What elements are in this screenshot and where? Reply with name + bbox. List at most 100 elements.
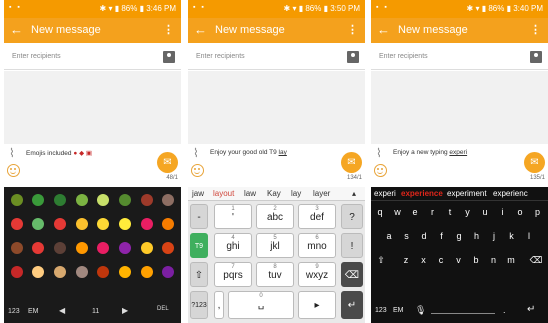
emoji-key[interactable] [49,213,71,234]
key-m[interactable]: m [503,255,519,265]
contact-picker-icon[interactable] [347,51,359,63]
key-s[interactable]: s [399,231,415,241]
backspace-key[interactable]: ⌫ [528,255,544,266]
key-question[interactable]: ? [341,204,363,229]
attach-icon[interactable]: ⌇ [193,146,199,160]
key-dash[interactable]: - [190,204,208,229]
emoji-key[interactable] [71,261,93,282]
emoji-key[interactable] [136,237,158,258]
key-n[interactable]: n [486,255,502,265]
emoji-key[interactable] [157,213,179,234]
emoji-toggle-icon[interactable] [191,164,204,177]
period-key[interactable]: . [503,305,506,315]
key-p[interactable]: p [530,207,546,217]
key-k[interactable]: k [504,231,520,241]
emoji-toggle-icon[interactable] [374,164,387,177]
key-q[interactable]: q [372,207,388,217]
emoji-key[interactable] [157,237,179,258]
suggestion-highlighted[interactable]: experience [401,189,443,198]
message-input[interactable]: Enjoy your good old T9 lay [210,149,287,156]
key-c[interactable]: c [433,255,449,265]
suggestion[interactable]: experienc [493,189,528,198]
enter-key[interactable]: ↵ [527,304,535,315]
enter-key[interactable]: ↵ [341,291,363,319]
mode-123-key[interactable]: 123 [375,307,387,314]
emoji-key[interactable] [28,237,50,258]
emoji-key[interactable] [136,213,158,234]
key-a[interactable]: a [381,231,397,241]
emoji-key[interactable] [6,237,28,258]
emoji-key[interactable] [157,189,179,210]
attach-icon[interactable]: ⌇ [9,146,15,160]
emoji-key[interactable] [93,261,115,282]
key-wxyz[interactable]: 9 wxyz [298,262,336,287]
message-input[interactable]: Emojis included ● ◆ ▣ [26,149,92,157]
microphone-icon[interactable]: 🎙 [415,305,426,316]
emoji-mode-key[interactable]: EM [393,307,404,314]
shift-key[interactable]: ⇧ [190,262,208,287]
suggestion[interactable]: experi [374,189,396,198]
suggestion-highlighted[interactable]: layout [213,189,234,198]
suggestion[interactable]: lay [291,189,301,198]
key-h[interactable]: h [469,231,485,241]
send-icon[interactable]: ✉ [157,152,178,173]
recipients-field[interactable]: Enter recipients [371,45,548,70]
emoji-key[interactable] [6,261,28,282]
recipients-field[interactable]: Enter recipients [4,45,181,70]
page-left-icon[interactable]: ◀ [59,306,65,315]
key-y[interactable]: y [460,207,476,217]
symbols-key[interactable]: ?123 [190,291,208,319]
emoji-toggle-icon[interactable] [7,164,20,177]
shift-key[interactable]: ⇧ [373,255,389,266]
key-u[interactable]: u [477,207,493,217]
attach-icon[interactable]: ⌇ [376,146,382,160]
key-b[interactable]: b [468,255,484,265]
emoji-key[interactable] [49,189,71,210]
key-ghi[interactable]: 4 ghi [214,233,252,258]
suggestion[interactable]: law [244,189,256,198]
more-options-icon[interactable]: ⋮ [347,23,358,36]
emoji-key[interactable] [6,213,28,234]
key-r[interactable]: r [425,207,441,217]
message-input[interactable]: Enjoy a new typing experi [393,149,467,156]
key-z[interactable]: z [398,255,414,265]
emoji-key[interactable] [114,237,136,258]
emoji-key[interactable] [93,213,115,234]
key-f[interactable]: f [434,231,450,241]
emoji-key[interactable] [157,261,179,282]
send-icon[interactable]: ✉ [341,152,362,173]
key-e[interactable]: e [407,207,423,217]
emoji-key[interactable] [28,213,50,234]
key-i[interactable]: i [495,207,511,217]
suggestion[interactable]: experiment [447,189,487,198]
emoji-key[interactable] [28,189,50,210]
suggestion[interactable]: Kay [267,189,281,198]
space-key[interactable] [431,313,495,314]
expand-suggestions-icon[interactable]: ▴ [352,189,356,198]
emoji-key[interactable] [114,189,136,210]
key-jkl[interactable]: 5 jkl [256,233,294,258]
back-arrow-icon[interactable]: ← [10,22,23,37]
space-key[interactable]: 0 ␣ [228,291,294,319]
more-options-icon[interactable]: ⋮ [530,23,541,36]
back-arrow-icon[interactable]: ← [377,22,390,37]
right-arrow-key[interactable]: ▸ [298,291,336,319]
emoji-key[interactable] [136,261,158,282]
mode-123-key[interactable]: 123 [8,308,20,315]
emoji-key[interactable] [71,237,93,258]
emoji-key[interactable] [6,189,28,210]
key-w[interactable]: w [390,207,406,217]
emoji-mode-key[interactable]: EM [28,308,39,315]
key-v[interactable]: v [451,255,467,265]
key-d[interactable]: d [416,231,432,241]
key-exclaim[interactable]: ! [341,233,363,258]
recipients-field[interactable]: Enter recipients [188,45,365,70]
emoji-key[interactable] [93,189,115,210]
suggestion[interactable]: jaw [192,189,204,198]
emoji-key[interactable] [114,213,136,234]
emoji-key[interactable] [114,261,136,282]
back-arrow-icon[interactable]: ← [194,22,207,37]
key-1[interactable]: 1 ' [214,204,252,229]
key-abc[interactable]: 2 abc [256,204,294,229]
key-x[interactable]: x [416,255,432,265]
